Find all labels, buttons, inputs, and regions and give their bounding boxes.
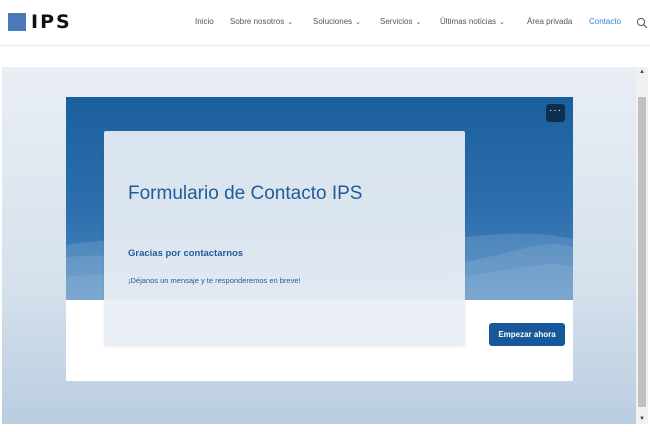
- chevron-down-icon: ⌄: [499, 19, 505, 26]
- nav-item-label: Sobre nosotros: [230, 17, 285, 26]
- nav-item-ultimas-noticias[interactable]: Últimas noticias ⌄: [440, 16, 505, 29]
- scroll-thumb[interactable]: [638, 97, 646, 407]
- form-message: ¡Déjanos un mensaje y te responderemos e…: [128, 276, 301, 285]
- nav-item-label: Inicio: [195, 17, 214, 26]
- nav-item-label: Servicios: [380, 17, 413, 26]
- start-now-button[interactable]: Empezar ahora: [489, 323, 565, 346]
- nav-item-inicio[interactable]: Inicio: [195, 16, 214, 28]
- scroll-up-arrow-icon[interactable]: ▲: [636, 67, 648, 77]
- scroll-down-arrow-icon[interactable]: ▼: [636, 414, 648, 424]
- scrollbar[interactable]: ▲ ▼: [636, 67, 648, 424]
- form-subtitle: Gracias por contactarnos: [128, 248, 244, 259]
- form-intro-panel: Formulario de Contacto IPS Gracias por c…: [104, 131, 465, 346]
- form-title: Formulario de Contacto IPS: [128, 183, 363, 204]
- chevron-down-icon: ⌄: [415, 19, 422, 26]
- main-nav: Inicio Sobre nosotros ⌄ Soluciones ⌄ Servi…: [0, 16, 650, 30]
- chevron-down-icon: ⌄: [355, 19, 362, 26]
- more-options-button[interactable]: ···: [546, 104, 565, 122]
- nav-item-sobre-nosotros[interactable]: Sobre nosotros ⌄: [230, 16, 293, 29]
- search-icon[interactable]: [636, 17, 648, 29]
- nav-item-area-privada[interactable]: Área privada: [527, 16, 572, 28]
- nav-item-servicios[interactable]: Servicios ⌄: [380, 16, 421, 29]
- site-header: IPS Inicio Sobre nosotros ⌄ Soluciones ⌄ S…: [0, 0, 650, 46]
- nav-item-label: Área privada: [527, 17, 573, 26]
- nav-item-label: Últimas noticias: [440, 17, 497, 26]
- nav-item-label: Contacto: [589, 17, 622, 26]
- nav-item-contacto[interactable]: Contacto: [589, 16, 621, 28]
- chevron-down-icon: ⌄: [287, 19, 294, 26]
- nav-item-soluciones[interactable]: Soluciones ⌄: [313, 16, 361, 29]
- nav-item-label: Soluciones: [313, 17, 353, 26]
